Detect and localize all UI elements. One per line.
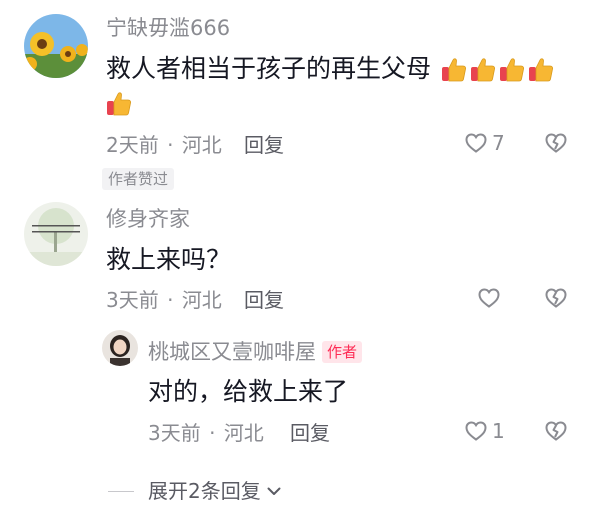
dislike-button[interactable] bbox=[543, 419, 569, 447]
author-tag: 作者 bbox=[322, 341, 363, 363]
author-liked-badge: 作者赞过 bbox=[102, 168, 175, 190]
reply-username-text: 桃城区又壹咖啡屋 bbox=[148, 340, 316, 364]
heart-icon bbox=[478, 288, 500, 308]
thumbs-up-icon bbox=[469, 55, 497, 92]
reply-time: 3天前 bbox=[148, 421, 201, 445]
avatar[interactable] bbox=[24, 14, 88, 78]
reply-button[interactable]: 回复 bbox=[244, 133, 284, 157]
comment-text[interactable]: 救上来吗？ bbox=[106, 243, 231, 277]
broken-heart-icon bbox=[545, 133, 567, 153]
heart-icon bbox=[465, 421, 487, 441]
chevron-down-icon bbox=[267, 487, 281, 495]
thumbs-up-icon bbox=[498, 55, 526, 92]
heart-icon bbox=[465, 133, 487, 153]
thumbs-up-icon bbox=[527, 55, 555, 92]
comment-text[interactable]: 救人者相当于孩子的再生父母 bbox=[106, 52, 555, 92]
comment-location: 河北 bbox=[181, 288, 222, 312]
comment-time: 2天前 bbox=[106, 133, 159, 157]
comment-meta: 2天前 · 河北 bbox=[106, 133, 222, 157]
avatar[interactable] bbox=[102, 330, 138, 366]
meta-separator: · bbox=[167, 288, 174, 312]
meta-separator: · bbox=[209, 421, 216, 445]
like-button[interactable]: 1 bbox=[464, 419, 505, 443]
thumbs-up-icon bbox=[105, 89, 133, 126]
reply-meta: 3天前 · 河北 bbox=[148, 421, 264, 445]
comment-meta: 3天前 · 河北 bbox=[106, 288, 222, 312]
reply-location: 河北 bbox=[223, 421, 264, 445]
comment-location: 河北 bbox=[181, 133, 222, 157]
like-button[interactable] bbox=[477, 286, 501, 310]
reply-button[interactable]: 回复 bbox=[290, 421, 330, 445]
expand-replies-label: 展开2条回复 bbox=[148, 479, 261, 503]
broken-heart-icon bbox=[545, 421, 567, 441]
dislike-button[interactable] bbox=[543, 131, 569, 159]
expand-divider bbox=[108, 490, 134, 492]
comment-text-body: 救人者相当于孩子的再生父母 bbox=[106, 54, 432, 83]
like-button[interactable]: 7 bbox=[464, 131, 505, 155]
comment-time: 3天前 bbox=[106, 288, 159, 312]
comment-username[interactable]: 修身齐家 bbox=[106, 207, 190, 231]
dislike-button[interactable] bbox=[543, 286, 569, 314]
comment-text-wrap bbox=[104, 86, 133, 126]
like-count: 1 bbox=[492, 419, 505, 443]
thumbs-up-icon bbox=[440, 55, 468, 92]
avatar[interactable] bbox=[24, 202, 88, 266]
expand-replies-button[interactable]: 展开2条回复 bbox=[108, 479, 283, 503]
reply-button[interactable]: 回复 bbox=[244, 288, 284, 312]
reply-text[interactable]: 对的，给救上来了 bbox=[148, 375, 348, 409]
like-count: 7 bbox=[492, 131, 505, 155]
broken-heart-icon bbox=[545, 288, 567, 308]
comment-username[interactable]: 宁缺毋滥666 bbox=[106, 16, 230, 40]
meta-separator: · bbox=[167, 133, 174, 157]
reply-username[interactable]: 桃城区又壹咖啡屋 作者 bbox=[148, 340, 363, 364]
